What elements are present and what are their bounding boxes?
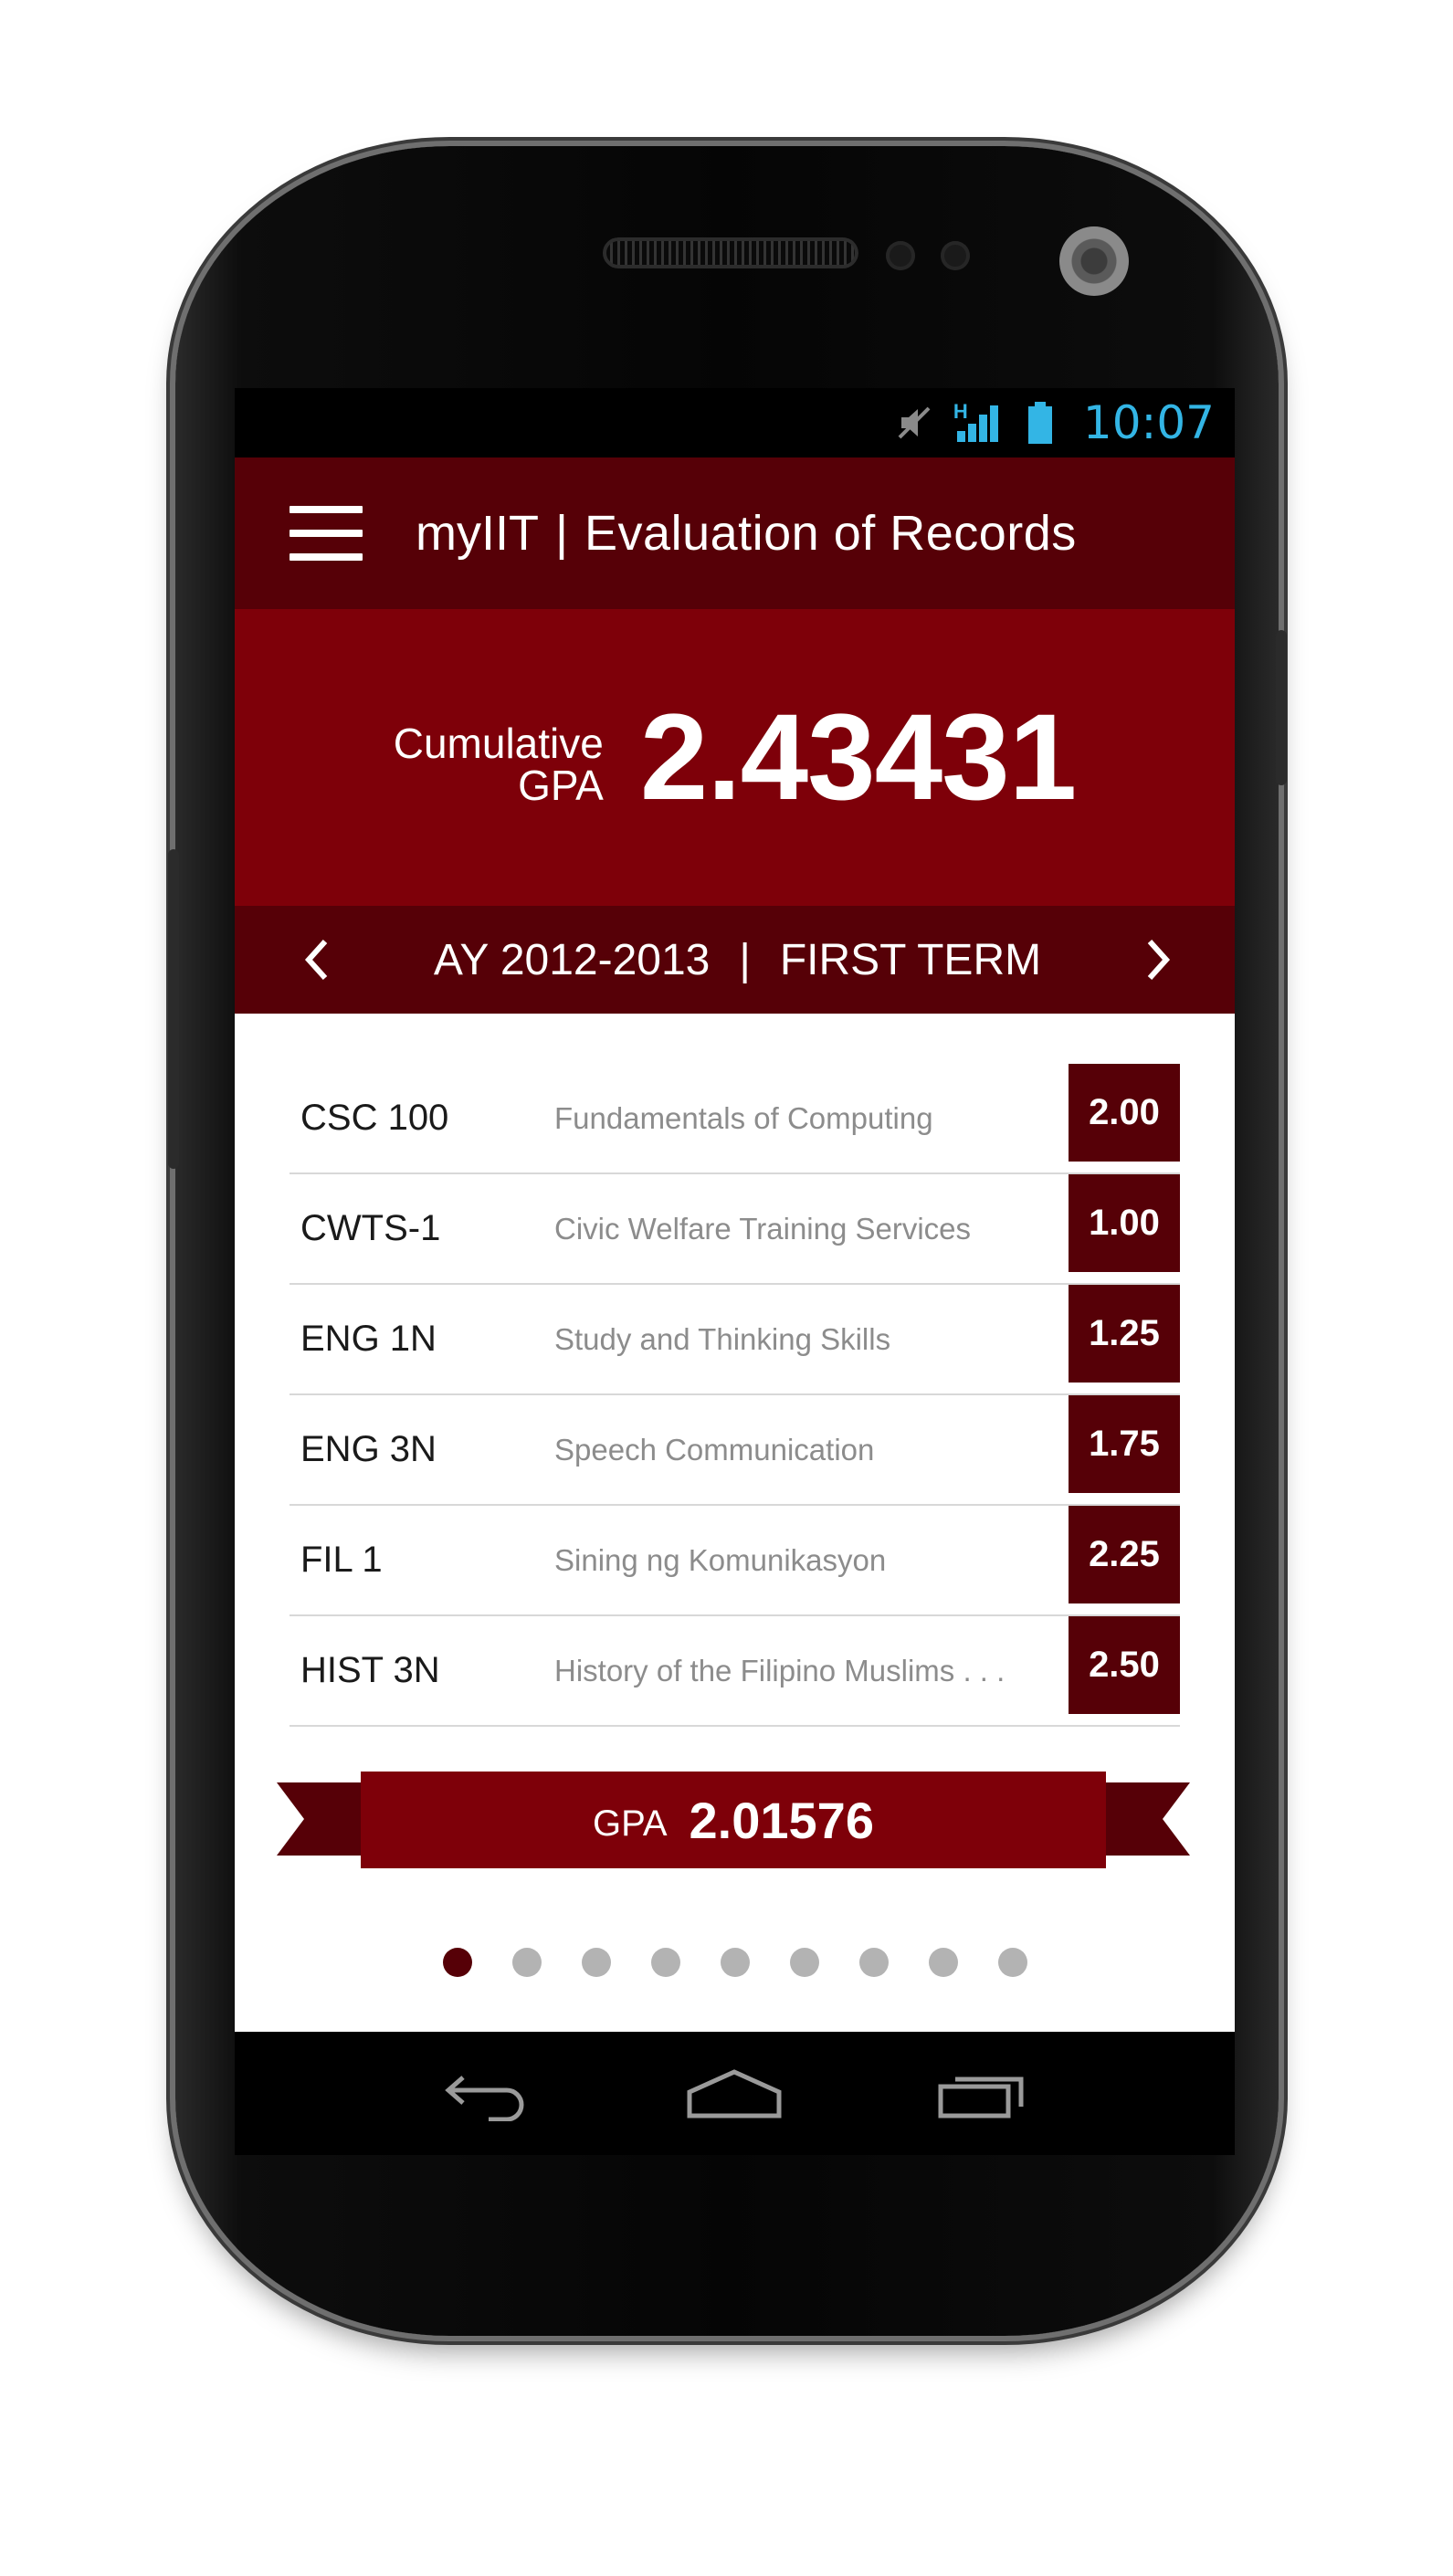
term-gpa-value: 2.01576 [689,1791,874,1849]
app-bar: myIIT | Evaluation of Records [235,457,1235,609]
course-code: HIST 3N [300,1650,440,1690]
ribbon-tail-right [1099,1782,1190,1856]
list-item[interactable]: ENG 3N Speech Communication 1.75 [290,1395,1180,1506]
light-sensor [941,241,970,270]
page-dot[interactable] [789,1948,819,1977]
earpiece-speaker [603,237,858,268]
back-icon[interactable] [437,2062,537,2126]
grade-badge: 2.25 [1069,1506,1180,1603]
term-separator: | [739,935,751,984]
grade-badge: 2.50 [1069,1616,1180,1714]
cumulative-gpa-label: Cumulative GPA [394,722,604,806]
cumulative-label-line1: Cumulative [393,719,604,767]
proximity-sensor [886,241,915,270]
page-dot[interactable] [581,1948,611,1977]
course-code: CWTS-1 [300,1208,441,1248]
course-code: FIL 1 [300,1540,383,1580]
battery-icon [1019,402,1061,444]
list-item[interactable]: CSC 100 Fundamentals of Computing 2.00 [290,1064,1180,1174]
academic-year: AY 2012-2013 [433,935,711,984]
app-title: myIIT | Evaluation of Records [416,505,1077,562]
term-gpa-ribbon: GPA 2.01576 [277,1772,1190,1872]
course-code: CSC 100 [300,1098,449,1138]
volume-button [168,849,179,1169]
page-dot[interactable] [650,1948,680,1977]
course-code: ENG 1N [300,1319,437,1359]
page-dot[interactable] [997,1948,1027,1977]
term-name: FIRST TERM [779,935,1042,984]
home-icon[interactable] [684,2062,784,2126]
cumulative-gpa-value: 2.43431 [639,689,1077,825]
chevron-left-icon[interactable] [299,937,335,983]
grade-badge: 1.75 [1069,1395,1180,1493]
list-item[interactable]: FIL 1 Sining ng Komunikasyon 2.25 [290,1506,1180,1616]
page-dot[interactable] [511,1948,542,1977]
app-name: myIIT [416,506,539,561]
status-bar: H 10:07 [235,388,1235,457]
term-label: AY 2012-2013 | FIRST TERM [434,935,1041,985]
cumulative-gpa-panel: Cumulative GPA 2.43431 [235,609,1235,906]
front-camera [1059,226,1129,296]
navigation-bar [235,2032,1235,2155]
ribbon-tail-left [277,1782,368,1856]
list-item[interactable]: CWTS-1 Civic Welfare Training Services 1… [290,1174,1180,1285]
course-list: CSC 100 Fundamentals of Computing 2.00 C… [290,1064,1180,1727]
list-item[interactable]: HIST 3N History of the Filipino Muslims … [290,1616,1180,1727]
page-indicator [235,1948,1235,1977]
term-gpa-label: GPA [593,1803,668,1844]
hamburger-menu-icon[interactable] [290,506,363,561]
page-dot[interactable] [858,1948,889,1977]
list-item[interactable]: ENG 1N Study and Thinking Skills 1.25 [290,1285,1180,1395]
signal-icon: H [952,400,1003,444]
course-code: ENG 3N [300,1429,437,1469]
title-separator: | [554,506,569,561]
page-dot-active[interactable] [442,1948,472,1977]
cumulative-label-line2: GPA [518,761,604,809]
grade-badge: 1.25 [1069,1285,1180,1383]
screen: H 10:07 myIIT | Evaluation of Records Cu… [235,388,1235,2155]
power-button [1276,630,1287,785]
chevron-right-icon[interactable] [1140,937,1176,983]
clock: 10:07 [1082,396,1215,449]
recent-apps-icon[interactable] [932,2062,1033,2126]
page-dot[interactable] [720,1948,750,1977]
page-title: Evaluation of Records [584,506,1077,561]
grade-badge: 2.00 [1069,1064,1180,1162]
term-navigation: AY 2012-2013 | FIRST TERM [235,906,1235,1014]
grade-badge: 1.00 [1069,1174,1180,1272]
network-type-label: H [953,400,968,423]
term-gpa: GPA 2.01576 [361,1772,1106,1868]
mute-icon [893,402,935,444]
page-dot[interactable] [928,1948,958,1977]
